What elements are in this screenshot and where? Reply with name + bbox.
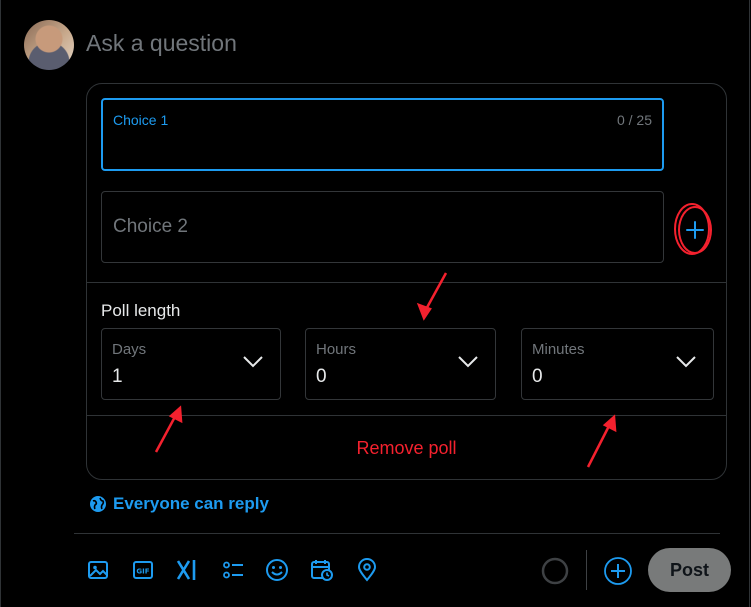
image-icon bbox=[88, 561, 108, 579]
add-choice-button[interactable] bbox=[678, 206, 712, 254]
reply-setting-button[interactable]: Everyone can reply bbox=[89, 494, 269, 514]
poll-editor: Choice 1 0 / 25 Choice 2 Poll length Day… bbox=[86, 83, 727, 480]
poll-length-label: Poll length bbox=[101, 301, 181, 320]
image-button[interactable] bbox=[85, 557, 111, 583]
post-button[interactable]: Post bbox=[648, 548, 731, 592]
schedule-button[interactable] bbox=[309, 557, 335, 583]
poll-icon bbox=[223, 561, 243, 579]
divider bbox=[74, 533, 720, 534]
question-input[interactable]: Ask a question bbox=[86, 30, 237, 57]
grok-icon bbox=[176, 560, 196, 580]
days-select[interactable]: Days 1 bbox=[101, 328, 281, 400]
grok-button[interactable] bbox=[174, 557, 200, 583]
add-post-button[interactable] bbox=[603, 556, 633, 586]
location-icon bbox=[357, 558, 377, 582]
svg-text:GIF: GIF bbox=[136, 568, 149, 576]
chevron-down-icon bbox=[676, 356, 696, 368]
choice-1-label: Choice 1 bbox=[113, 112, 169, 128]
left-border bbox=[0, 0, 1, 607]
chevron-down-icon bbox=[458, 356, 478, 368]
days-value: 1 bbox=[112, 366, 123, 387]
location-button[interactable] bbox=[354, 557, 380, 583]
minutes-select[interactable]: Minutes 0 bbox=[521, 328, 714, 400]
divider bbox=[87, 415, 726, 416]
poll-button[interactable] bbox=[220, 557, 246, 583]
avatar[interactable] bbox=[24, 20, 74, 70]
chevron-down-icon bbox=[243, 356, 263, 368]
emoji-button[interactable] bbox=[264, 557, 290, 583]
hours-select[interactable]: Hours 0 bbox=[305, 328, 496, 400]
right-border bbox=[749, 0, 750, 607]
remove-poll-button[interactable]: Remove poll bbox=[87, 438, 726, 459]
minutes-label: Minutes bbox=[532, 341, 585, 358]
globe-icon bbox=[90, 496, 106, 512]
reply-setting-label: Everyone can reply bbox=[113, 494, 269, 513]
days-label: Days bbox=[112, 341, 147, 358]
choice-1-counter: 0 / 25 bbox=[616, 112, 652, 128]
hours-label: Hours bbox=[316, 341, 357, 358]
choice-2-placeholder: Choice 2 bbox=[113, 216, 188, 237]
gif-icon: GIF bbox=[133, 561, 153, 579]
schedule-icon bbox=[311, 560, 333, 581]
hours-value: 0 bbox=[316, 366, 327, 387]
toolbar-separator bbox=[586, 550, 587, 590]
emoji-icon bbox=[266, 559, 288, 581]
choice-2-field[interactable]: Choice 2 bbox=[101, 191, 664, 263]
plus-icon bbox=[686, 221, 704, 239]
gif-button[interactable]: GIF bbox=[130, 557, 156, 583]
choice-1-field[interactable]: Choice 1 0 / 25 bbox=[101, 98, 664, 171]
minutes-value: 0 bbox=[532, 366, 543, 387]
divider bbox=[87, 282, 726, 283]
character-progress-ring bbox=[541, 557, 569, 585]
